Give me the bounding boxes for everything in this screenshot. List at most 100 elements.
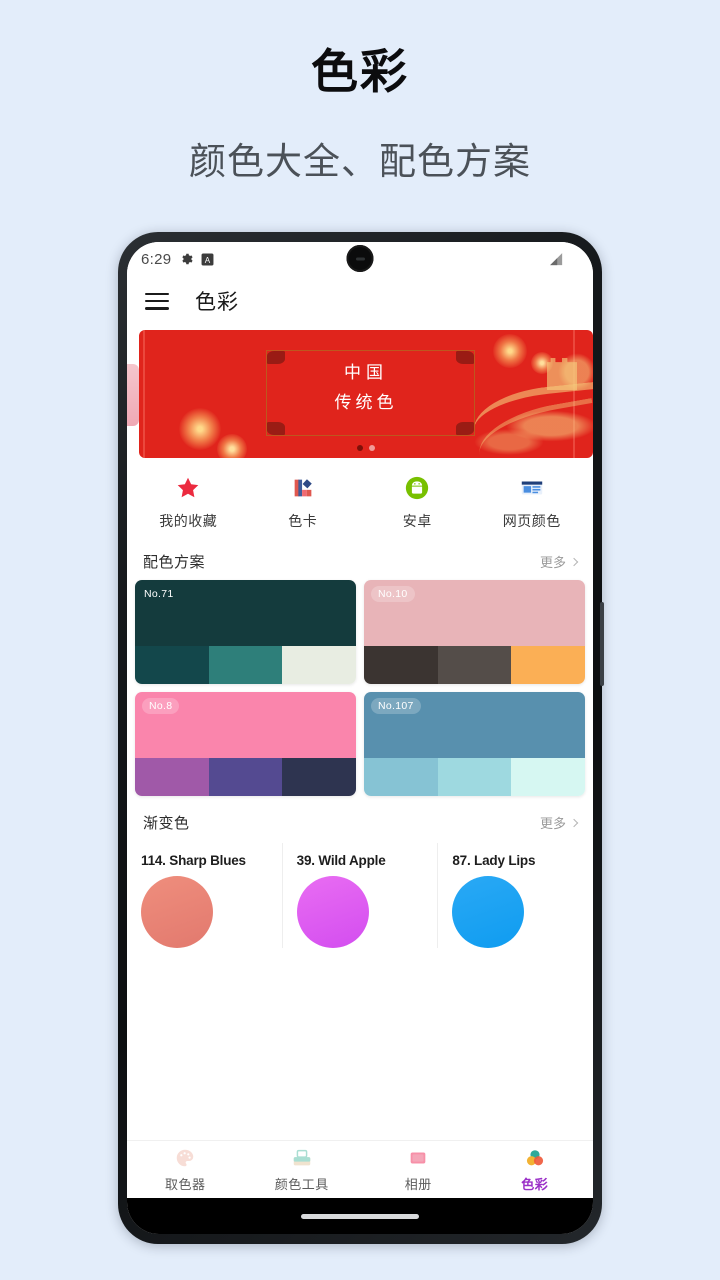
palette-swatch[interactable] <box>437 646 512 684</box>
color-circles-icon <box>523 1147 547 1169</box>
palette-strip <box>364 758 585 796</box>
gradient-name: 39. Wild Apple <box>296 853 386 868</box>
nav-item-color-picker[interactable]: 取色器 <box>127 1147 244 1193</box>
page-subtitle: 颜色大全、配色方案 <box>189 141 531 182</box>
nav-item-colors[interactable]: 色彩 <box>477 1147 594 1193</box>
quick-actions-row: 我的收藏 色卡 安卓 网页颜色 <box>127 458 593 541</box>
palette-swatch[interactable] <box>282 646 356 684</box>
nav-label: 取色器 <box>164 1176 206 1192</box>
gradient-name: 114. Sharp Blues <box>141 853 246 868</box>
palette-badge: No.71 <box>144 588 174 600</box>
nav-label: 相册 <box>404 1176 432 1192</box>
palette-strip <box>135 646 356 684</box>
palette-badge: No.8 <box>142 698 180 714</box>
palette-card[interactable]: No.71 <box>135 580 356 684</box>
bottom-navigation: 取色器 颜色工具 相册 色彩 <box>127 1140 593 1198</box>
nav-item-album[interactable]: 相册 <box>360 1147 477 1193</box>
svg-text:A: A <box>205 255 211 264</box>
color-card-icon <box>289 474 317 502</box>
gradient-card[interactable]: 39. Wild Apple <box>281 843 438 948</box>
page-title: 色彩 <box>311 45 409 98</box>
palette-strip <box>364 646 585 684</box>
palette-badge: No.107 <box>371 698 421 714</box>
promo-page: 色彩 颜色大全、配色方案 6:29 A 色彩 中国 传统色 我的收藏 色卡 安卓… <box>0 0 720 1280</box>
banner-line-2: 传统色 <box>334 392 398 412</box>
gesture-navigation-area <box>127 1198 593 1234</box>
palette-main-color: No.71 <box>135 580 356 646</box>
main-content: 中国 传统色 我的收藏 色卡 安卓 网页颜色 配色方案 更多 No.71 No.… <box>127 326 593 1140</box>
nav-label: 颜色工具 <box>274 1176 329 1192</box>
web-page-icon <box>518 474 546 502</box>
quick-action-label: 网页颜色 <box>502 513 561 529</box>
gradient-preview <box>141 876 213 948</box>
palette-swatch[interactable] <box>364 646 438 684</box>
quick-action-favorites[interactable]: 我的收藏 <box>131 474 246 531</box>
palette-card[interactable]: No.10 <box>364 580 585 684</box>
a-badge-icon: A <box>201 253 214 266</box>
palettes-more-link[interactable]: 更多 <box>540 552 579 571</box>
palette-swatch[interactable] <box>208 758 283 796</box>
palette-swatch[interactable] <box>282 758 356 796</box>
hamburger-menu-icon[interactable] <box>145 292 169 310</box>
palette-icon <box>173 1147 197 1169</box>
android-icon <box>403 474 431 502</box>
status-bar-time: 6:29 <box>141 250 172 268</box>
gradient-name: 87. Lady Lips <box>452 853 536 868</box>
palette-swatch[interactable] <box>511 646 585 684</box>
gradients-more-link[interactable]: 更多 <box>539 813 579 832</box>
section-title: 配色方案 <box>143 554 206 571</box>
camera-punch-hole <box>346 245 374 272</box>
palette-card[interactable]: No.107 <box>364 692 585 796</box>
home-gesture-bar[interactable] <box>301 1213 419 1219</box>
palette-strip <box>135 758 356 796</box>
palette-swatch[interactable] <box>364 758 438 796</box>
gradient-preview <box>296 876 369 948</box>
palette-swatch[interactable] <box>135 758 209 796</box>
section-header-palettes: 配色方案 更多 <box>127 541 593 580</box>
quick-action-color-cards[interactable]: 色卡 <box>246 474 361 531</box>
nav-label: 色彩 <box>521 1176 549 1192</box>
quick-action-android[interactable]: 安卓 <box>360 474 475 531</box>
palette-badge: No.10 <box>371 586 415 602</box>
palette-swatch[interactable] <box>135 646 209 684</box>
app-bar: 色彩 <box>127 276 593 326</box>
quick-action-label: 安卓 <box>402 513 432 529</box>
quick-action-label: 我的收藏 <box>159 513 218 529</box>
status-bar-icons: A <box>179 252 214 266</box>
banner-slide-chinese-traditional-colors[interactable]: 中国 传统色 <box>139 330 593 458</box>
gradient-card[interactable]: 87. Lady Lips <box>437 843 593 948</box>
banner-carousel[interactable]: 中国 传统色 <box>127 330 593 458</box>
section-header-gradients: 渐变色 更多 <box>127 802 593 841</box>
toolbox-icon <box>290 1147 314 1169</box>
carousel-dot-active[interactable] <box>357 445 363 451</box>
star-icon <box>174 474 202 502</box>
app-bar-title: 色彩 <box>195 291 239 314</box>
palette-grid: No.71 No.10 No.8 No.107 <box>127 580 593 802</box>
palette-main-color: No.10 <box>364 580 585 646</box>
carousel-peek-left[interactable] <box>127 364 139 426</box>
palette-swatch[interactable] <box>511 758 585 796</box>
quick-action-web-colors[interactable]: 网页颜色 <box>475 474 590 531</box>
quick-action-label: 色卡 <box>288 513 318 529</box>
status-bar-right <box>548 251 579 268</box>
gradient-card[interactable]: 114. Sharp Blues <box>127 843 282 948</box>
carousel-dot[interactable] <box>369 445 375 451</box>
palette-swatch[interactable] <box>208 646 283 684</box>
phone-screen: 6:29 A 色彩 中国 传统色 我的收藏 色卡 安卓 网页颜色 配色方案 更多… <box>127 242 593 1234</box>
gradient-row: 114. Sharp Blues 39. Wild Apple 87. Lady… <box>127 841 593 948</box>
palette-card[interactable]: No.8 <box>135 692 356 796</box>
status-bar: 6:29 A <box>127 242 593 276</box>
palette-swatch[interactable] <box>437 758 512 796</box>
banner-line-1: 中国 <box>344 363 388 382</box>
banner-text: 中国 传统色 <box>139 360 593 415</box>
nav-item-color-tools[interactable]: 颜色工具 <box>244 1147 361 1193</box>
palette-main-color: No.107 <box>364 692 585 758</box>
more-label: 更多 <box>539 816 566 831</box>
phone-frame: 6:29 A 色彩 中国 传统色 我的收藏 色卡 安卓 网页颜色 配色方案 更多… <box>118 232 604 1244</box>
album-icon <box>406 1147 430 1169</box>
signal-icon <box>548 251 565 268</box>
palette-main-color: No.8 <box>135 692 356 758</box>
gear-icon <box>179 252 193 266</box>
chevron-right-icon <box>569 818 579 827</box>
carousel-page-indicator <box>139 445 593 451</box>
